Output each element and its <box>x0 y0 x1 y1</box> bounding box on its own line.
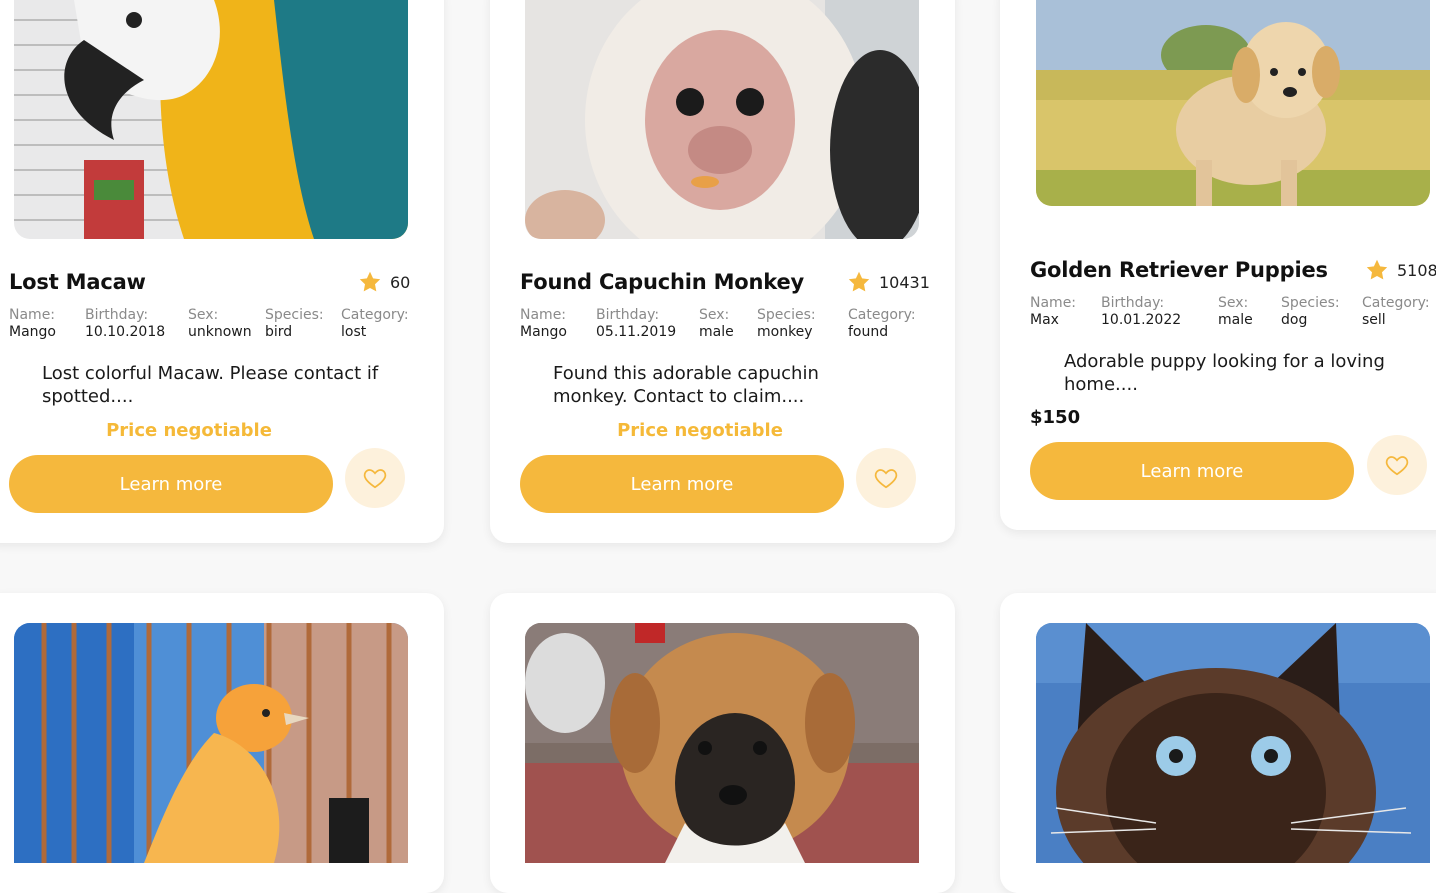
field-value: 10.01.2022 <box>1101 312 1182 328</box>
field-label: Birthday: <box>596 307 660 323</box>
field-name: Name: Max <box>1030 295 1076 329</box>
listing-card-capuchin: Found Capuchin Monkey 10431 Name: Mango … <box>490 0 955 543</box>
listing-card-puppy <box>490 593 955 893</box>
field-birthday: Birthday: 10.01.2022 <box>1101 295 1181 329</box>
field-value: found <box>848 324 889 340</box>
canary-photo <box>14 623 408 863</box>
learn-more-button[interactable]: Learn more <box>520 455 844 513</box>
listing-card-siamese-cat <box>1000 593 1436 893</box>
field-category: Category: sell <box>1362 295 1430 329</box>
star-icon <box>1365 258 1389 282</box>
field-value: monkey <box>757 324 813 340</box>
field-birthday: Birthday: 10.10.2018 <box>85 307 165 341</box>
price-label: Price negotiable <box>617 420 783 441</box>
field-species: Species: monkey <box>757 307 816 341</box>
field-label: Category: <box>1362 295 1430 311</box>
field-label: Category: <box>341 307 409 323</box>
listing-description: Lost colorful Macaw. Please contact if s… <box>42 363 379 407</box>
field-label: Sex: <box>1218 295 1249 311</box>
listing-description: Adorable puppy looking for a loving home… <box>1064 351 1385 395</box>
star-icon <box>847 270 871 294</box>
star-icon <box>358 270 382 294</box>
field-label: Name: <box>9 307 56 323</box>
field-label: Birthday: <box>1101 295 1165 311</box>
capuchin-photo <box>525 0 919 239</box>
field-label: Species: <box>757 307 816 323</box>
field-value: 05.11.2019 <box>596 324 677 340</box>
favorite-button[interactable] <box>345 448 405 508</box>
field-value: 10.10.2018 <box>85 324 166 340</box>
field-value: Mango <box>9 324 56 340</box>
rating: 10431 <box>847 270 930 294</box>
price-label: Price negotiable <box>106 420 272 441</box>
field-label: Birthday: <box>85 307 149 323</box>
field-species: Species: bird <box>265 307 324 341</box>
field-value: lost <box>341 324 367 340</box>
heart-outline-icon <box>362 465 388 491</box>
field-label: Species: <box>265 307 324 323</box>
field-value: dog <box>1281 312 1308 328</box>
rating: 60 <box>358 270 410 294</box>
field-sex: Sex: male <box>1218 295 1253 329</box>
listing-card-macaw: Lost Macaw 60 Name: Mango Birthday: 10.1… <box>0 0 444 543</box>
macaw-photo <box>14 0 408 239</box>
field-value: male <box>1218 312 1253 328</box>
rating-count: 5108 <box>1397 260 1436 280</box>
field-category: Category: lost <box>341 307 409 341</box>
field-category: Category: found <box>848 307 916 341</box>
field-label: Name: <box>1030 295 1077 311</box>
favorite-button[interactable] <box>856 448 916 508</box>
listing-title: Lost Macaw <box>9 270 146 294</box>
learn-more-button[interactable]: Learn more <box>9 455 333 513</box>
field-value: Max <box>1030 312 1059 328</box>
field-label: Species: <box>1281 295 1340 311</box>
field-name: Name: Mango <box>9 307 56 341</box>
listing-title: Found Capuchin Monkey <box>520 270 804 294</box>
heart-outline-icon <box>1384 452 1410 478</box>
price-label: $150 <box>1030 407 1081 428</box>
rating-count: 60 <box>390 272 411 292</box>
listing-title: Golden Retriever Puppies <box>1030 258 1328 282</box>
field-value: Mango <box>520 324 567 340</box>
rating: 5108 <box>1365 258 1436 282</box>
puppy-photo <box>525 623 919 863</box>
heart-outline-icon <box>873 465 899 491</box>
field-label: Sex: <box>699 307 730 323</box>
siamese-cat-photo <box>1036 623 1430 863</box>
field-label: Sex: <box>188 307 219 323</box>
field-species: Species: dog <box>1281 295 1340 329</box>
field-label: Category: <box>848 307 916 323</box>
field-value: male <box>699 324 734 340</box>
field-name: Name: Mango <box>520 307 567 341</box>
field-value: unknown <box>188 324 252 340</box>
field-value: bird <box>265 324 293 340</box>
favorite-button[interactable] <box>1367 435 1427 495</box>
field-value: sell <box>1362 312 1386 328</box>
golden-retriever-photo <box>1036 0 1430 206</box>
listing-card-golden-retriever: Golden Retriever Puppies 5108 Name: Max … <box>1000 0 1436 530</box>
rating-count: 10431 <box>879 272 930 292</box>
listing-description: Found this adorable capuchin monkey. Con… <box>553 363 819 407</box>
field-sex: Sex: unknown <box>188 307 252 341</box>
field-birthday: Birthday: 05.11.2019 <box>596 307 676 341</box>
field-label: Name: <box>520 307 567 323</box>
field-sex: Sex: male <box>699 307 734 341</box>
learn-more-button[interactable]: Learn more <box>1030 442 1354 500</box>
listing-card-canary <box>0 593 444 893</box>
